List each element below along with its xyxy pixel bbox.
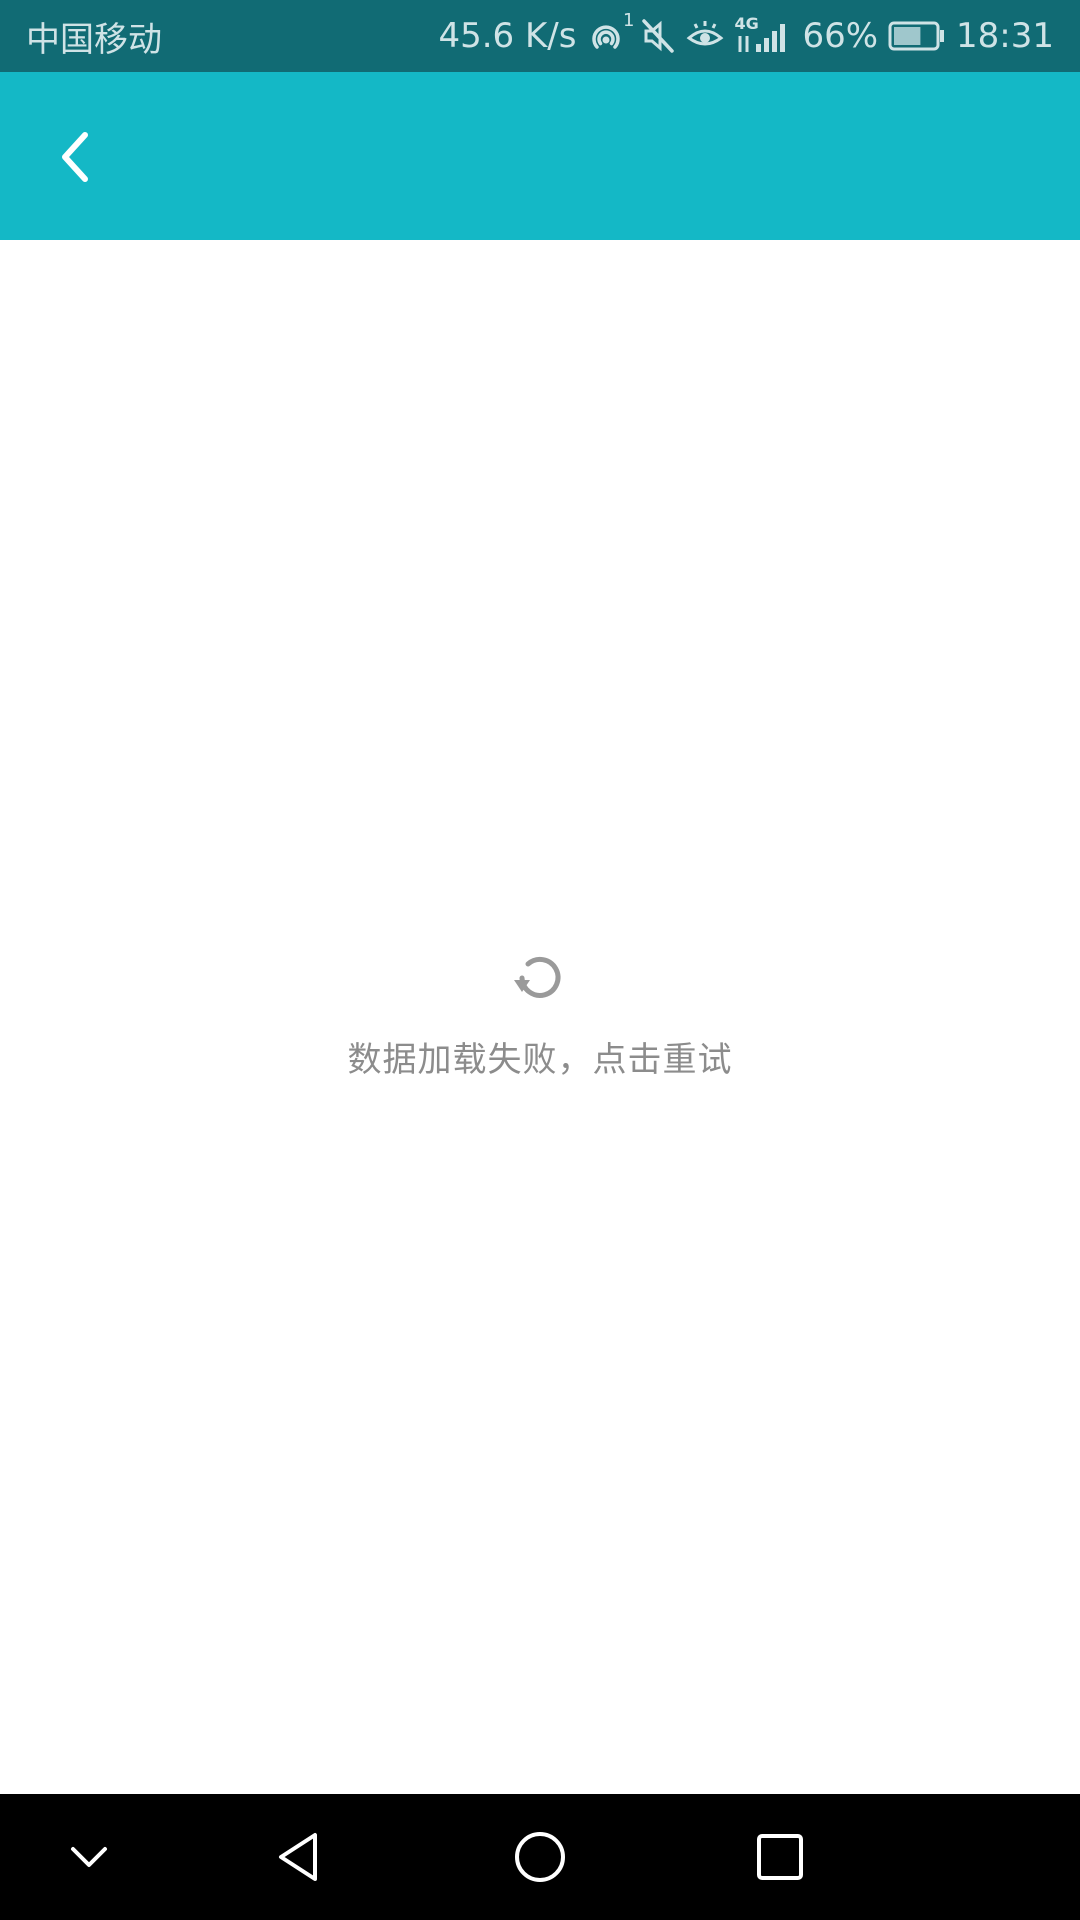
collapse-button[interactable] bbox=[44, 1812, 134, 1902]
collapse-icon bbox=[71, 1847, 107, 1867]
hotspot-badge: 1 bbox=[622, 10, 635, 31]
navigation-bar bbox=[0, 1794, 1080, 1920]
battery-icon bbox=[888, 20, 946, 52]
eye-comfort-icon bbox=[686, 17, 724, 55]
battery-percent: 66% bbox=[802, 16, 879, 56]
toolbar bbox=[0, 72, 1080, 240]
recents-button[interactable] bbox=[735, 1812, 825, 1902]
chevron-left-icon bbox=[62, 132, 88, 182]
app-screen: 中国移动 45.6 K/s 1 4G 66% 18:31 数据加载失败，点击重试 bbox=[0, 0, 1080, 1920]
clock: 18:31 bbox=[956, 16, 1054, 56]
carrier-name: 中国移动 bbox=[26, 19, 162, 60]
error-message: 数据加载失败，点击重试 bbox=[347, 1040, 733, 1080]
home-circle-icon bbox=[515, 1832, 565, 1882]
content-area: 数据加载失败，点击重试 bbox=[0, 240, 1080, 1794]
hotspot-icon: 1 bbox=[586, 10, 634, 56]
battery-fill bbox=[894, 27, 921, 45]
status-left: 中国移动 bbox=[26, 12, 162, 61]
network-speed: 45.6 K/s bbox=[438, 16, 577, 56]
mute-icon bbox=[640, 17, 676, 55]
back-triangle-icon bbox=[279, 1833, 317, 1881]
refresh-icon bbox=[514, 956, 561, 998]
signal-4g-icon: 4G bbox=[734, 14, 792, 56]
status-bar: 中国移动 45.6 K/s 1 4G 66% 18:31 bbox=[0, 0, 1080, 72]
status-right: 45.6 K/s 1 4G 66% 18:31 bbox=[438, 10, 1054, 56]
back-button[interactable] bbox=[30, 112, 120, 202]
back-nav-button[interactable] bbox=[254, 1812, 344, 1902]
home-button[interactable] bbox=[495, 1812, 585, 1902]
retry-area[interactable]: 数据加载失败，点击重试 bbox=[0, 946, 1080, 1081]
recents-square-icon bbox=[757, 1834, 803, 1880]
